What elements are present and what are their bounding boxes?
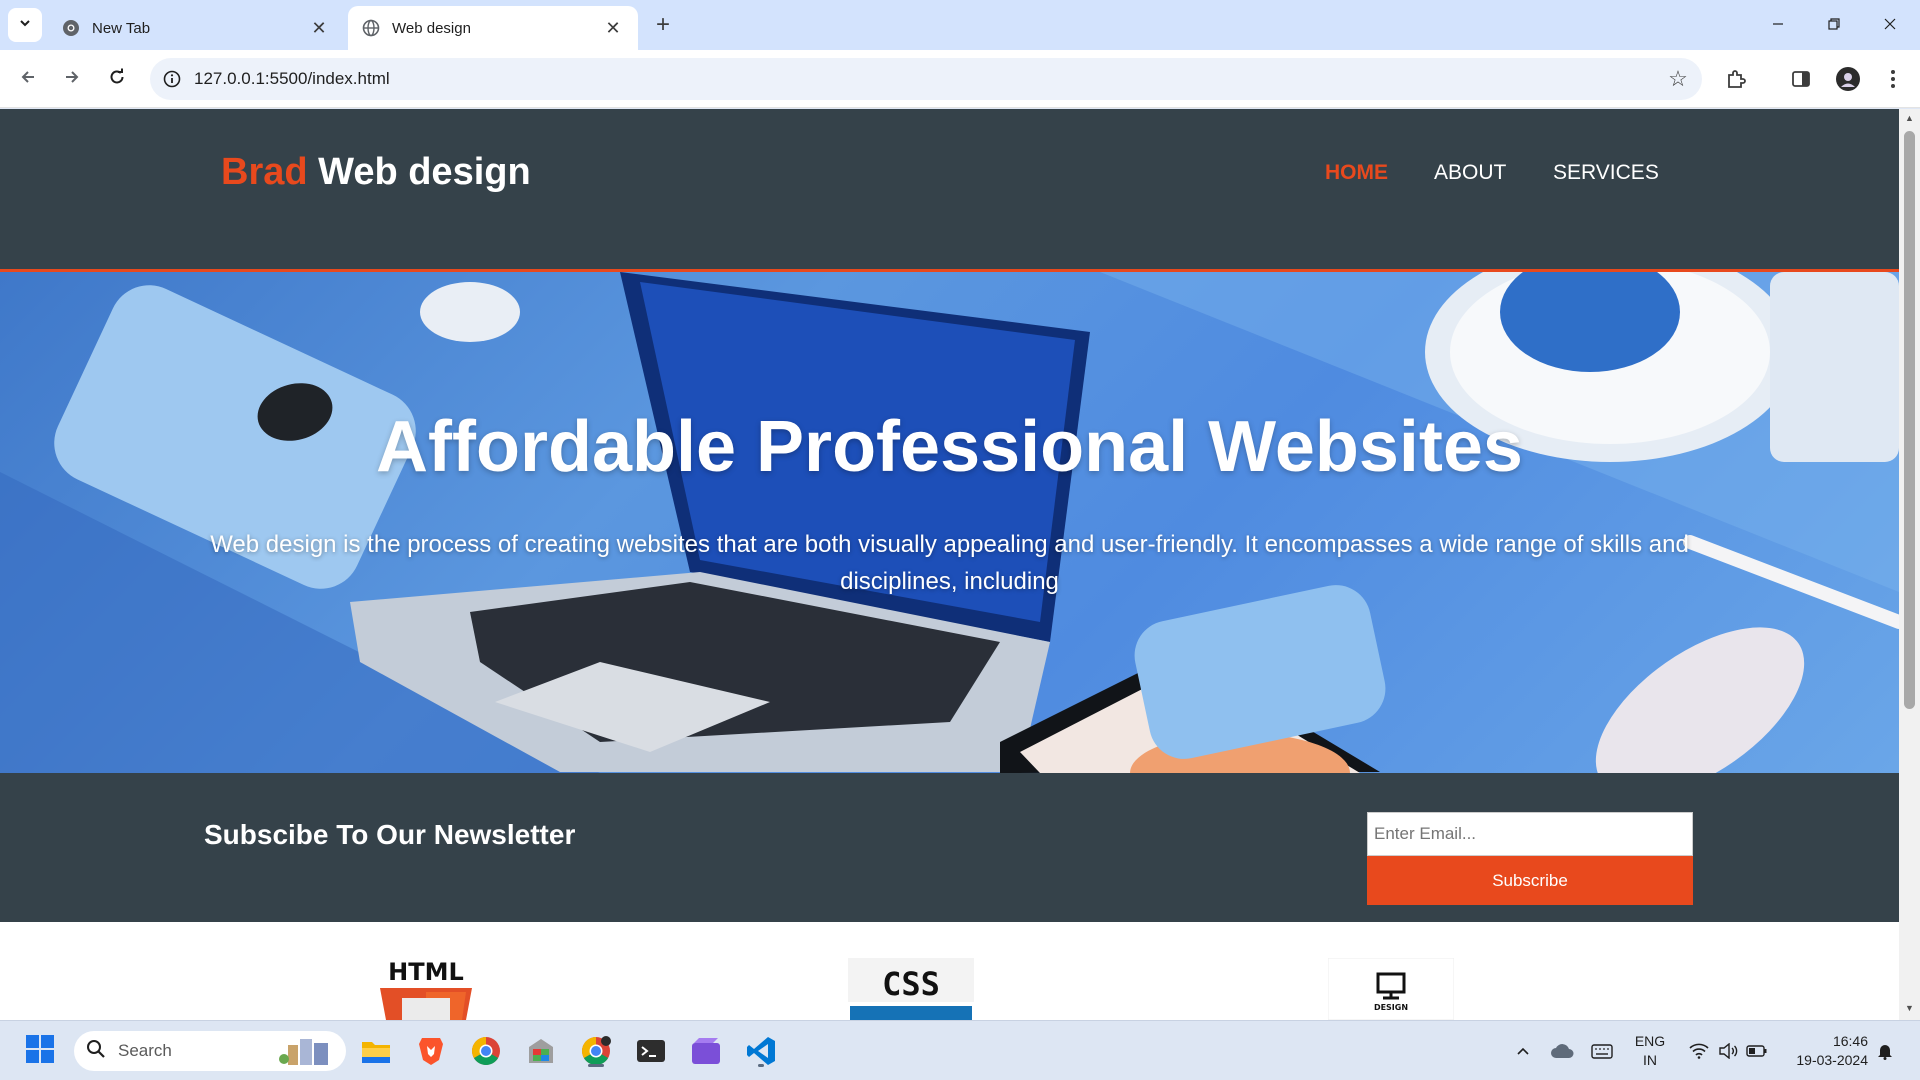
- css-logo: CSS: [848, 958, 974, 1020]
- minimize-button[interactable]: [1750, 0, 1806, 50]
- address-bar[interactable]: 127.0.0.1:5500/index.html ☆: [150, 58, 1702, 100]
- css-logo-text: CSS: [882, 965, 940, 1003]
- nav-about[interactable]: About: [1434, 161, 1506, 185]
- windows-taskbar: Search ENG IN 16:46 19-03-2024: [0, 1020, 1920, 1080]
- file-explorer-icon[interactable]: [356, 1031, 396, 1071]
- site-logo: Brad Web design: [221, 151, 531, 194]
- keyboard-icon[interactable]: [1586, 1021, 1618, 1080]
- clipchamp-icon[interactable]: [686, 1031, 726, 1071]
- restore-button[interactable]: [1806, 0, 1862, 50]
- boxes-section: HTML CSS DESIGN: [0, 922, 1899, 1020]
- side-panel-icon[interactable]: [1784, 62, 1818, 96]
- search-label: Search: [118, 1041, 172, 1060]
- onedrive-icon[interactable]: [1546, 1021, 1578, 1080]
- tab-new-tab[interactable]: New Tab ✕: [48, 6, 344, 50]
- info-icon[interactable]: [150, 58, 194, 100]
- language-indicator[interactable]: ENG IN: [1628, 1021, 1672, 1080]
- clock[interactable]: 16:46 19-03-2024: [1782, 1021, 1868, 1080]
- avatar[interactable]: [1831, 62, 1865, 96]
- puzzle-icon[interactable]: [1719, 62, 1753, 96]
- language-code: ENG: [1634, 1033, 1666, 1049]
- showcase-banner: Affordable Professional Websites Web des…: [0, 272, 1899, 773]
- window-close-button[interactable]: [1862, 0, 1918, 50]
- newsletter-title: Subscibe To Our Newsletter: [204, 819, 576, 850]
- globe-icon: [362, 19, 380, 37]
- showcase-title: Affordable Professional Websites: [376, 407, 1523, 487]
- active-indicator: [588, 1064, 604, 1067]
- nav-home[interactable]: Home: [1325, 161, 1388, 185]
- brand-name: Web design: [307, 151, 531, 193]
- tab-web-design[interactable]: Web design ✕: [348, 6, 638, 50]
- photos-icon[interactable]: [521, 1031, 561, 1071]
- newsletter-section: Subscibe To Our Newsletter Subscribe: [0, 773, 1899, 922]
- star-icon[interactable]: ☆: [1666, 66, 1690, 91]
- url-text[interactable]: 127.0.0.1:5500/index.html: [194, 69, 390, 89]
- vscode-icon[interactable]: [741, 1031, 781, 1071]
- new-tab-button[interactable]: +: [650, 12, 676, 38]
- arrow-left-icon: [19, 66, 37, 92]
- arrow-right-icon: [63, 66, 81, 92]
- tab-title: Web design: [392, 19, 471, 37]
- brave-icon[interactable]: [411, 1031, 451, 1071]
- showcase-text: Web design is the process of creating we…: [210, 531, 1689, 595]
- restore-icon: [1827, 15, 1841, 36]
- scroll-thumb[interactable]: [1904, 131, 1915, 709]
- clock-time: 16:46: [1832, 1033, 1868, 1049]
- reload-icon: [108, 66, 126, 92]
- browser-tab-strip: New Tab ✕ Web design ✕ +: [0, 0, 1920, 50]
- clock-date: 19-03-2024: [1796, 1052, 1868, 1068]
- chrome-icon[interactable]: [466, 1031, 506, 1071]
- chrome-active-icon[interactable]: [576, 1031, 616, 1071]
- volume-icon[interactable]: [1714, 1021, 1742, 1080]
- chevron-up-icon[interactable]: [1508, 1021, 1538, 1080]
- tab-search-button[interactable]: [8, 8, 42, 42]
- site-header: Brad Web design Home About Services: [0, 109, 1899, 272]
- forward-button[interactable]: [54, 61, 90, 97]
- minimize-icon: [1771, 15, 1785, 36]
- nav-services[interactable]: Services: [1553, 161, 1659, 185]
- kebab-menu-icon[interactable]: [1876, 62, 1910, 96]
- html-logo-text: HTML: [388, 958, 464, 986]
- windows-logo-icon: [25, 1034, 55, 1069]
- chevron-down-icon: [18, 16, 32, 35]
- design-studio-logo: DESIGN: [1328, 958, 1454, 1020]
- chrome-icon: [62, 19, 80, 37]
- back-button[interactable]: [10, 61, 46, 97]
- notification-bell-icon[interactable]: [1870, 1021, 1900, 1080]
- email-field[interactable]: [1367, 812, 1693, 856]
- design-logo-text: DESIGN: [1374, 1003, 1408, 1012]
- terminal-icon[interactable]: [631, 1031, 671, 1071]
- search-highlight-icon: [278, 1035, 338, 1072]
- brand-highlight: Brad: [221, 151, 308, 193]
- browser-toolbar: 127.0.0.1:5500/index.html ☆: [0, 50, 1920, 108]
- reload-button[interactable]: [99, 61, 135, 97]
- scroll-down-icon[interactable]: ▼: [1904, 1003, 1915, 1015]
- scroll-up-icon[interactable]: ▲: [1904, 113, 1915, 125]
- search-icon: [86, 1039, 106, 1064]
- html-logo: HTML: [372, 958, 480, 1020]
- start-button[interactable]: [20, 1031, 60, 1071]
- battery-icon[interactable]: [1742, 1021, 1772, 1080]
- hero-background-image: [0, 272, 1899, 773]
- close-icon[interactable]: ✕: [602, 17, 624, 39]
- page-viewport: Brad Web design Home About Services: [0, 109, 1899, 1020]
- tab-title: New Tab: [92, 19, 151, 37]
- wifi-icon[interactable]: [1684, 1021, 1714, 1080]
- plus-icon: +: [655, 11, 670, 38]
- page-scrollbar[interactable]: ▲ ▼: [1899, 109, 1920, 1020]
- taskbar-search[interactable]: Search: [74, 1031, 346, 1071]
- running-indicator: [758, 1064, 764, 1067]
- language-region: IN: [1643, 1052, 1657, 1068]
- close-icon: [1883, 15, 1897, 36]
- close-icon[interactable]: ✕: [308, 17, 330, 39]
- subscribe-button[interactable]: Subscribe: [1367, 856, 1693, 905]
